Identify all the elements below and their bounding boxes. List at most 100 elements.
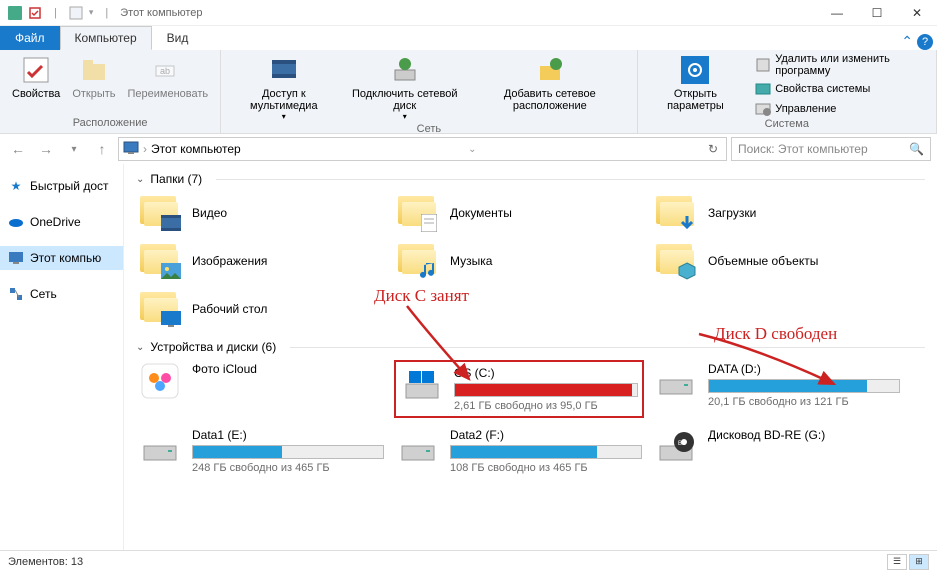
ribbon-properties[interactable]: Свойства: [6, 52, 66, 117]
sys-props-icon: [755, 81, 771, 97]
map-drive-icon: [389, 54, 421, 86]
folder-icon: [138, 290, 182, 328]
uninstall-icon: [755, 57, 771, 73]
view-tiles-icon[interactable]: ⊞: [909, 554, 929, 570]
address-path: Этот компьютер: [151, 142, 241, 156]
folder-icon: [138, 194, 182, 232]
bdre-icon: BD: [654, 428, 698, 466]
settings-icon: [679, 54, 711, 86]
drive-icon: [138, 428, 182, 466]
folder-icon: [654, 242, 698, 280]
folder-icon: [396, 194, 440, 232]
drive-icon: [654, 362, 698, 400]
rename-icon: ab: [152, 54, 184, 86]
folder-downloads[interactable]: Загрузки: [652, 192, 902, 234]
manage-icon: [755, 101, 771, 117]
tab-file[interactable]: Файл: [0, 26, 60, 50]
ribbon-open: Открыть: [66, 52, 121, 117]
add-net-icon: [534, 54, 566, 86]
titlebar: | ▾ | Этот компьютер — ☐ ✕: [0, 0, 937, 26]
folder-documents[interactable]: Документы: [394, 192, 644, 234]
chevron-down-icon: ⌄: [136, 342, 144, 353]
drive-c[interactable]: OS (C:) 2,61 ГБ свободно из 95,0 ГБ: [394, 360, 644, 418]
address-bar-row: ← → ▾ ↑ › Этот компьютер ⌄ ↻ Поиск: Этот…: [0, 134, 937, 164]
folder-3dobjects[interactable]: Объемные объекты: [652, 240, 902, 282]
folder-videos[interactable]: Видео: [136, 192, 386, 234]
ribbon-group-location: Расположение: [6, 117, 214, 131]
properties-icon: [20, 54, 52, 86]
status-item-count: Элементов: 13: [8, 556, 83, 568]
drive-e[interactable]: Data1 (E:) 248 ГБ свободно из 465 ГБ: [136, 426, 386, 476]
nav-recent[interactable]: ▾: [62, 137, 86, 161]
window-title: Этот компьютер: [120, 7, 202, 19]
pc-icon: [123, 140, 139, 159]
nav-back[interactable]: ←: [6, 137, 30, 161]
statusbar: Элементов: 13 ☰ ⊞: [0, 550, 937, 572]
maximize-button[interactable]: ☐: [857, 0, 897, 26]
svg-text:BD: BD: [678, 441, 687, 447]
ribbon-uninstall[interactable]: Удалить или изменить программу: [751, 52, 930, 78]
drive-usage-bar: [708, 379, 900, 393]
folder-icon: [654, 194, 698, 232]
open-icon: [78, 54, 110, 86]
qat-dropdown-icon[interactable]: [69, 6, 83, 20]
folder-desktop[interactable]: Рабочий стол: [136, 288, 386, 330]
ribbon-rename: ab Переименовать: [122, 52, 215, 117]
drive-usage-bar: [454, 383, 638, 397]
tab-computer[interactable]: Компьютер: [60, 26, 152, 50]
drive-icon: [396, 428, 440, 466]
folder-pictures[interactable]: Изображения: [136, 240, 386, 282]
close-button[interactable]: ✕: [897, 0, 937, 26]
ribbon-settings[interactable]: Открыть параметры: [644, 52, 748, 118]
drive-usage-bar: [450, 445, 642, 459]
qat-properties-icon[interactable]: [28, 6, 42, 20]
search-icon: 🔍: [909, 142, 924, 156]
ribbon-add-net[interactable]: Добавить сетевое расположение: [469, 52, 631, 123]
ribbon-manage[interactable]: Управление: [751, 100, 930, 118]
media-icon: [268, 54, 300, 86]
group-drives[interactable]: ⌄ Устройства и диски (6): [136, 340, 925, 354]
svg-text:ab: ab: [160, 66, 170, 76]
ribbon-collapse-icon[interactable]: ⌃: [901, 33, 913, 50]
ribbon-media[interactable]: Доступ к мультимедиа▾: [227, 52, 340, 123]
nav-network[interactable]: Сеть: [0, 282, 123, 306]
address-box[interactable]: › Этот компьютер ⌄ ↻: [118, 137, 727, 161]
tab-view[interactable]: Вид: [152, 26, 204, 50]
icloud-photos-icon: [138, 362, 182, 400]
nav-this-pc[interactable]: Этот компью: [0, 246, 123, 270]
pc-icon: [8, 250, 24, 266]
nav-pane: ★ Быстрый дост OneDrive Этот компью Сеть: [0, 164, 124, 550]
search-placeholder: Поиск: Этот компьютер: [738, 142, 868, 156]
nav-up[interactable]: ↑: [90, 137, 114, 161]
ribbon-map-drive[interactable]: Подключить сетевой диск▾: [340, 52, 469, 123]
folder-music[interactable]: Музыка: [394, 240, 644, 282]
nav-onedrive[interactable]: OneDrive: [0, 210, 123, 234]
refresh-icon[interactable]: ↻: [704, 142, 722, 156]
drive-d[interactable]: DATA (D:) 20,1 ГБ свободно из 121 ГБ: [652, 360, 902, 418]
folder-icon: [138, 242, 182, 280]
ribbon: Свойства Открыть ab Переименовать Распол…: [0, 50, 937, 134]
network-icon: [8, 286, 24, 302]
chevron-down-icon: ⌄: [136, 174, 144, 185]
help-icon[interactable]: ?: [917, 34, 933, 50]
minimize-button[interactable]: —: [817, 0, 857, 26]
ribbon-sys-props[interactable]: Свойства системы: [751, 80, 930, 98]
app-icon: [8, 6, 22, 20]
drive-usage-bar: [192, 445, 384, 459]
group-folders[interactable]: ⌄ Папки (7): [136, 172, 925, 186]
nav-forward: →: [34, 137, 58, 161]
folder-icon: [396, 242, 440, 280]
cloud-icon: [8, 214, 24, 230]
ribbon-group-system: Система: [644, 118, 930, 132]
ribbon-group-network: Сеть: [227, 123, 630, 137]
drive-icon: [400, 366, 444, 404]
view-details-icon[interactable]: ☰: [887, 554, 907, 570]
nav-quick-access[interactable]: ★ Быстрый дост: [0, 174, 123, 198]
drive-icloud[interactable]: Фото iCloud: [136, 360, 386, 418]
star-icon: ★: [8, 178, 24, 194]
drive-f[interactable]: Data2 (F:) 108 ГБ свободно из 465 ГБ: [394, 426, 644, 476]
ribbon-tabs: Файл Компьютер Вид ⌃ ?: [0, 26, 937, 50]
search-box[interactable]: Поиск: Этот компьютер 🔍: [731, 137, 931, 161]
drive-g[interactable]: BD Дисковод BD-RE (G:): [652, 426, 902, 476]
content-pane: ⌄ Папки (7) Видео Документы Загрузки Изо…: [124, 164, 937, 550]
